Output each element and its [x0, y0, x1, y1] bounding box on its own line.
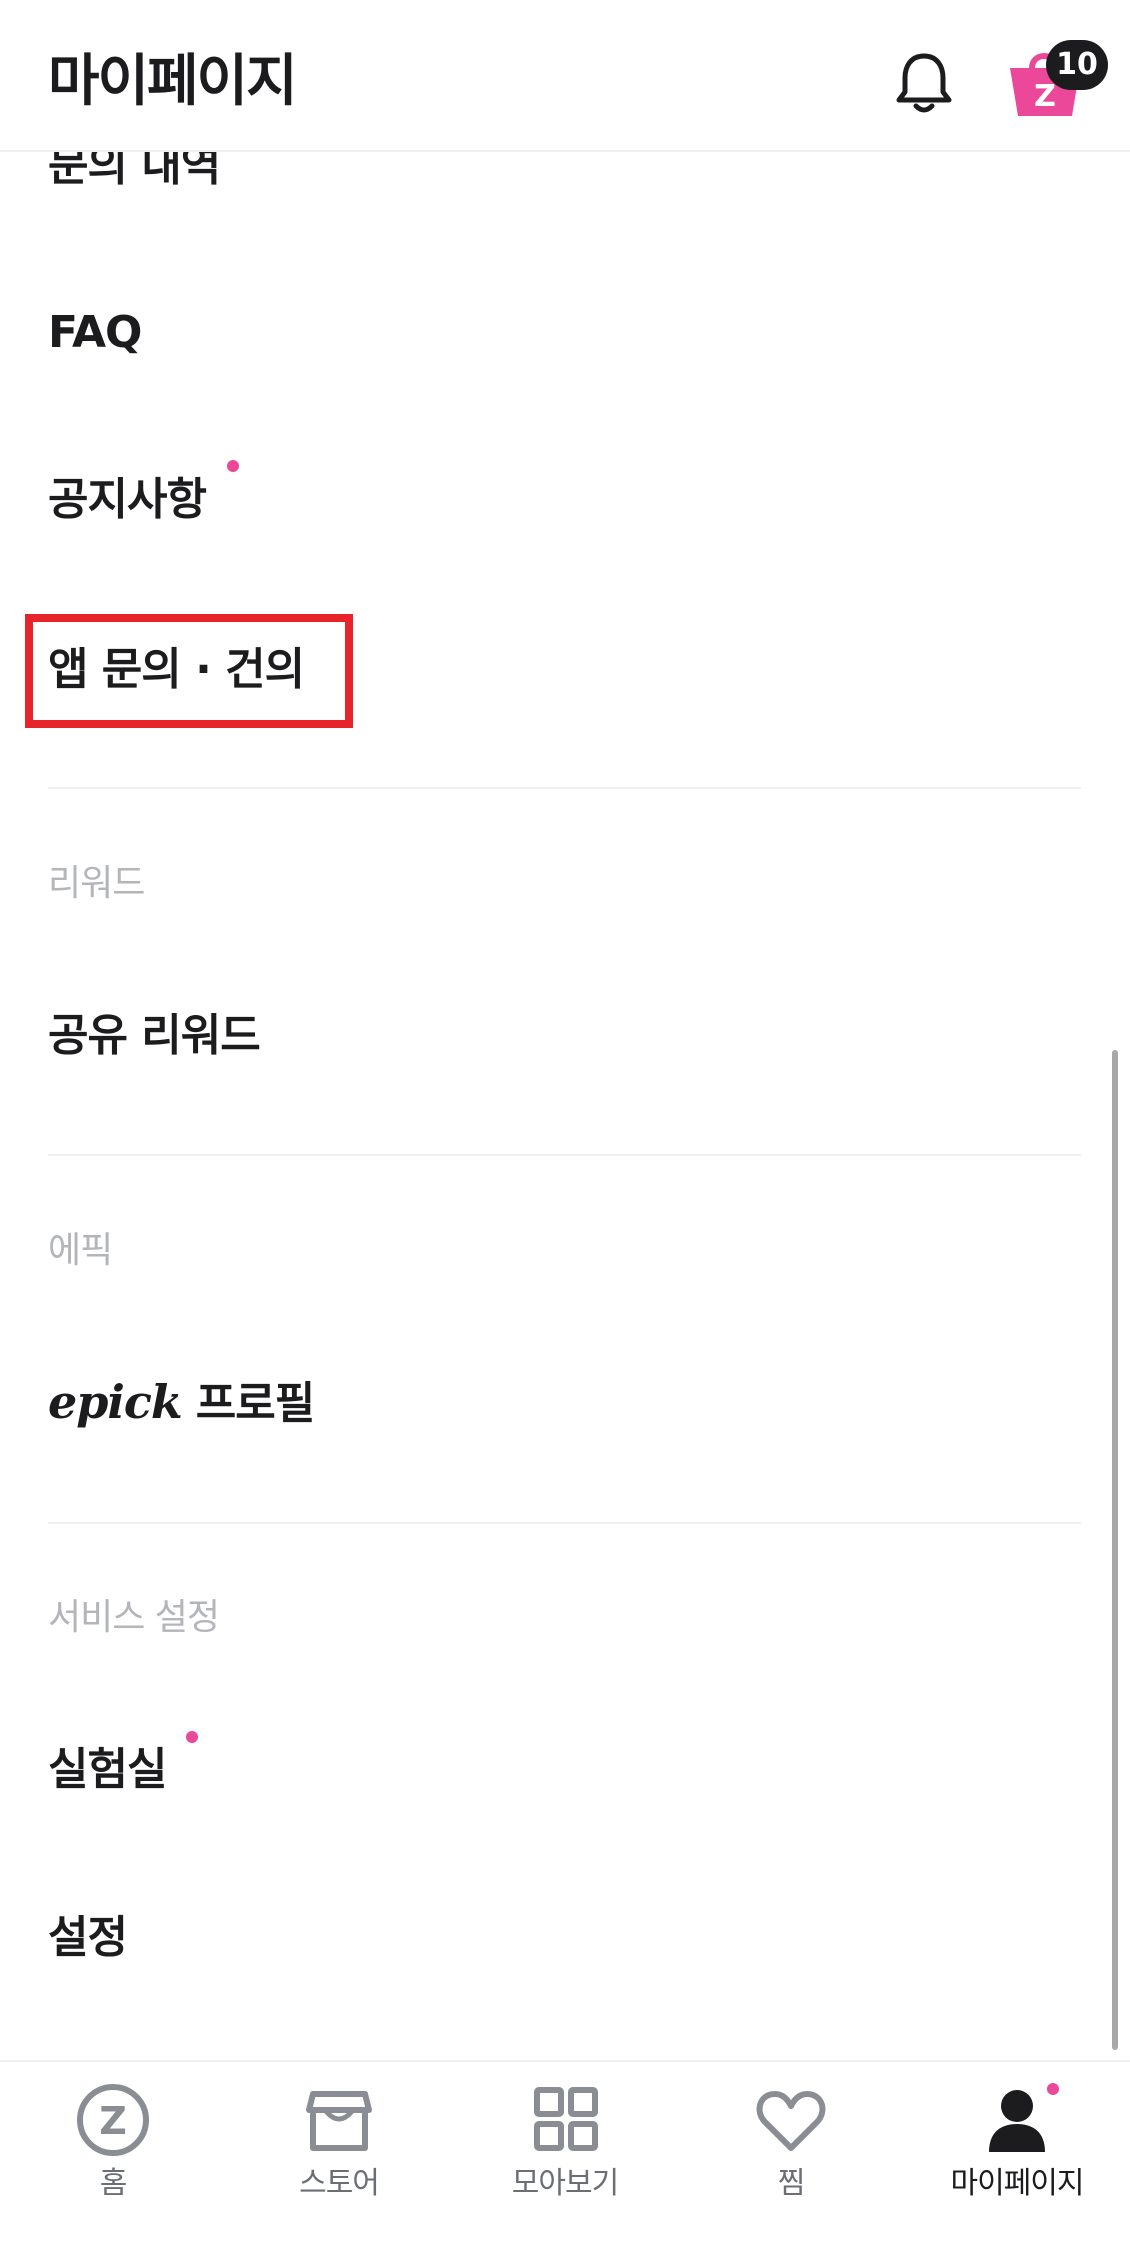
nav-item-collection[interactable]: 모아보기 — [452, 2080, 678, 2230]
nav-item-home[interactable]: Z 홈 — [0, 2080, 226, 2230]
menu-item-lab[interactable]: 실험실 — [48, 1742, 167, 1798]
highlight-box — [25, 614, 353, 728]
mypage-new-dot — [1047, 2083, 1059, 2095]
bell-icon[interactable] — [888, 48, 960, 120]
menu-item-notice[interactable]: 공지사항 — [48, 472, 207, 528]
grid-icon — [534, 2087, 598, 2151]
nav-item-store[interactable]: 스토어 — [226, 2080, 452, 2230]
epick-profile-label: 프로필 — [195, 1378, 315, 1429]
section-label-service: 서비스 설정 — [48, 1597, 220, 1638]
svg-text:Z: Z — [1034, 79, 1056, 114]
svg-text:Z: Z — [99, 2099, 127, 2143]
section-label-epick: 에픽 — [48, 1230, 113, 1271]
divider — [48, 1522, 1081, 1524]
nav-label-mypage: 마이페이지 — [950, 2166, 1085, 2201]
divider — [48, 1154, 1081, 1156]
epick-logo: epick — [48, 1375, 183, 1429]
heart-icon — [756, 2091, 826, 2151]
nav-label-home: 홈 — [99, 2166, 128, 2201]
scrollbar[interactable] — [1112, 1050, 1118, 2050]
mypage-screen: 마이페이지 Z 10 문의 내역 FAQ 공지사항 앱 문의 · 건의 리워드 … — [0, 0, 1130, 2243]
section-label-reward: 리워드 — [48, 863, 145, 904]
zigzag-home-icon: Z — [77, 2084, 149, 2156]
page-title: 마이페이지 — [48, 49, 298, 114]
menu-item-epick-profile[interactable]: epick 프로필 — [48, 1374, 315, 1432]
menu-item-settings[interactable]: 설정 — [48, 1910, 128, 1966]
divider — [48, 787, 1081, 789]
person-icon — [989, 2090, 1045, 2152]
notice-new-dot — [227, 460, 239, 472]
lab-new-dot — [186, 1731, 198, 1743]
menu-item-faq[interactable]: FAQ — [48, 305, 142, 361]
nav-item-wishlist[interactable]: 찜 — [678, 2080, 904, 2230]
cart-count-badge: 10 — [1046, 40, 1108, 90]
nav-item-mypage[interactable]: 마이페이지 — [904, 2080, 1130, 2230]
nav-label-store: 스토어 — [299, 2166, 380, 2201]
nav-label-collection: 모아보기 — [511, 2166, 619, 2201]
app-header: 마이페이지 Z 10 — [0, 0, 1130, 152]
store-icon — [306, 2091, 372, 2151]
nav-label-wishlist: 찜 — [777, 2166, 806, 2201]
menu-item-share-reward[interactable]: 공유 리워드 — [48, 1008, 261, 1064]
bottom-nav: Z 홈 스토어 모아보기 찜 마이페이지 — [0, 2060, 1130, 2243]
